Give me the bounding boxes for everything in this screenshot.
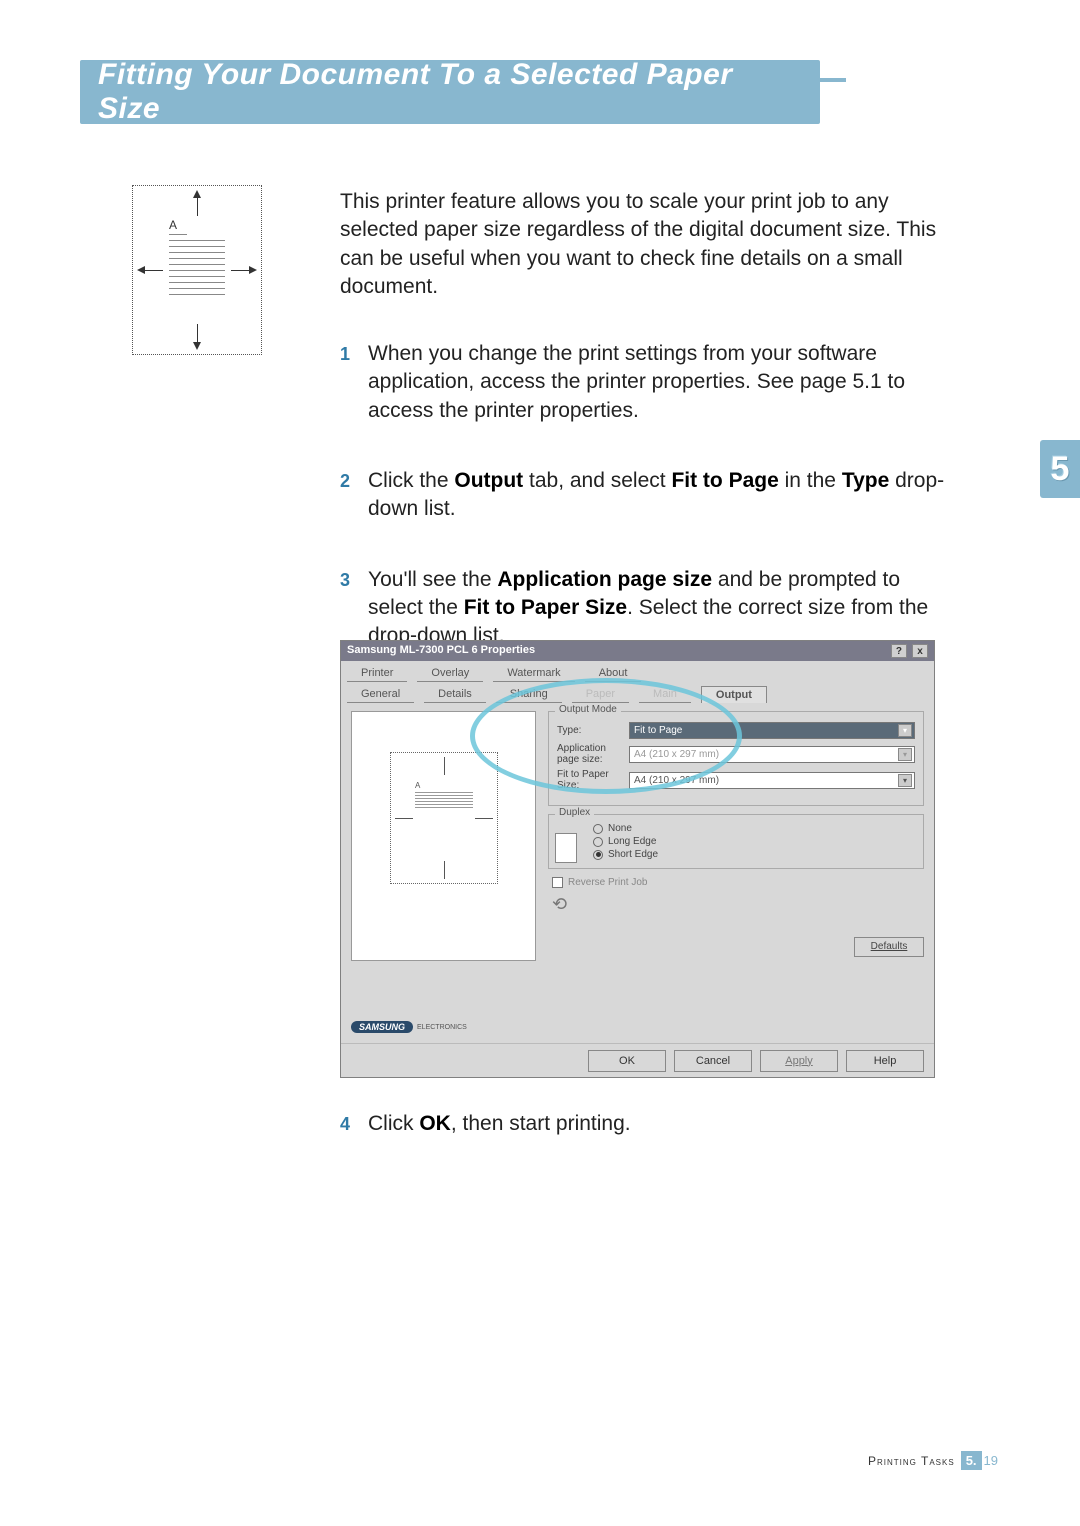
chevron-down-icon: ▾	[898, 748, 912, 761]
step-text: Click the Output tab, and select Fit to …	[368, 467, 960, 524]
dialog-titlebar: Samsung ML-7300 PCL 6 Properties ? x	[341, 641, 934, 661]
ok-button[interactable]: OK	[588, 1050, 666, 1072]
print-preview: A	[351, 711, 536, 961]
apply-button[interactable]: Apply	[760, 1050, 838, 1072]
scale-diagram: A	[132, 185, 262, 355]
footer-section: Printing Tasks	[868, 1454, 955, 1468]
intro-paragraph: This printer feature allows you to scale…	[340, 188, 940, 301]
duplex-icon	[555, 833, 577, 863]
fit-to-paper-dropdown[interactable]: A4 (210 x 297 mm) ▾	[629, 772, 915, 789]
chapter-tab: 5	[1040, 440, 1080, 498]
tab-paper[interactable]: Paper	[572, 686, 629, 703]
step-text: When you change the print settings from …	[368, 340, 960, 425]
app-page-size-dropdown[interactable]: A4 (210 x 297 mm) ▾	[629, 746, 915, 763]
help-button[interactable]: Help	[846, 1050, 924, 1072]
reverse-icon: ⟲	[552, 894, 580, 918]
step-4: 4 Click OK, then start printing.	[340, 1110, 960, 1138]
section-title: Fitting Your Document To a Selected Pape…	[98, 58, 802, 126]
group-label: Duplex	[555, 807, 594, 818]
step-3: 3 You'll see the Application page size a…	[340, 566, 960, 651]
type-label: Type:	[557, 725, 629, 736]
cancel-button[interactable]: Cancel	[674, 1050, 752, 1072]
tab-details[interactable]: Details	[424, 686, 486, 703]
tab-general[interactable]: General	[347, 686, 414, 703]
titlebar-close-button[interactable]: x	[912, 644, 928, 658]
duplex-long-edge-radio[interactable]: Long Edge	[593, 836, 915, 847]
output-mode-group: Output Mode Type: Fit to Page ▾ Applicat…	[548, 711, 924, 806]
type-dropdown[interactable]: Fit to Page ▾	[629, 722, 915, 739]
footer-chapter: 5.	[961, 1451, 982, 1470]
fit-to-paper-label: Fit to Paper Size:	[557, 769, 629, 791]
dialog-title: Samsung ML-7300 PCL 6 Properties	[347, 644, 535, 658]
defaults-button[interactable]: Defaults	[854, 937, 924, 957]
step-number: 4	[340, 1110, 368, 1138]
printer-properties-dialog: Samsung ML-7300 PCL 6 Properties ? x Pri…	[340, 640, 935, 1078]
section-title-bar: Fitting Your Document To a Selected Pape…	[80, 60, 1000, 124]
tab-sharing[interactable]: Sharing	[496, 686, 562, 703]
step-text: You'll see the Application page size and…	[368, 566, 960, 651]
tab-output[interactable]: Output	[701, 686, 767, 703]
tab-about[interactable]: About	[585, 665, 642, 682]
page-footer: Printing Tasks 5. 19	[868, 1451, 998, 1470]
tab-overlay[interactable]: Overlay	[417, 665, 483, 682]
diagram-letter: A	[169, 218, 177, 232]
duplex-short-edge-radio[interactable]: Short Edge	[593, 849, 915, 860]
reverse-print-checkbox[interactable]: Reverse Print Job	[552, 877, 924, 888]
step-text: Click OK, then start printing.	[368, 1110, 960, 1138]
titlebar-help-button[interactable]: ?	[891, 644, 907, 658]
tab-main[interactable]: Main	[639, 686, 691, 703]
duplex-none-radio[interactable]: None	[593, 823, 915, 834]
chevron-down-icon: ▾	[898, 774, 912, 787]
step-number: 2	[340, 467, 368, 524]
step-2: 2 Click the Output tab, and select Fit t…	[340, 467, 960, 524]
app-page-size-label: Application page size:	[557, 743, 629, 765]
tab-watermark[interactable]: Watermark	[493, 665, 574, 682]
step-number: 1	[340, 340, 368, 425]
group-label: Output Mode	[555, 704, 621, 715]
samsung-logo: SAMSUNG ELECTRONICS	[351, 1017, 467, 1037]
tab-printer[interactable]: Printer	[347, 665, 407, 682]
chevron-down-icon: ▾	[898, 724, 912, 737]
step-1: 1 When you change the print settings fro…	[340, 340, 960, 425]
footer-page: 19	[984, 1453, 998, 1468]
step-number: 3	[340, 566, 368, 651]
duplex-group: Duplex None Long Edge Short Edge	[548, 814, 924, 869]
